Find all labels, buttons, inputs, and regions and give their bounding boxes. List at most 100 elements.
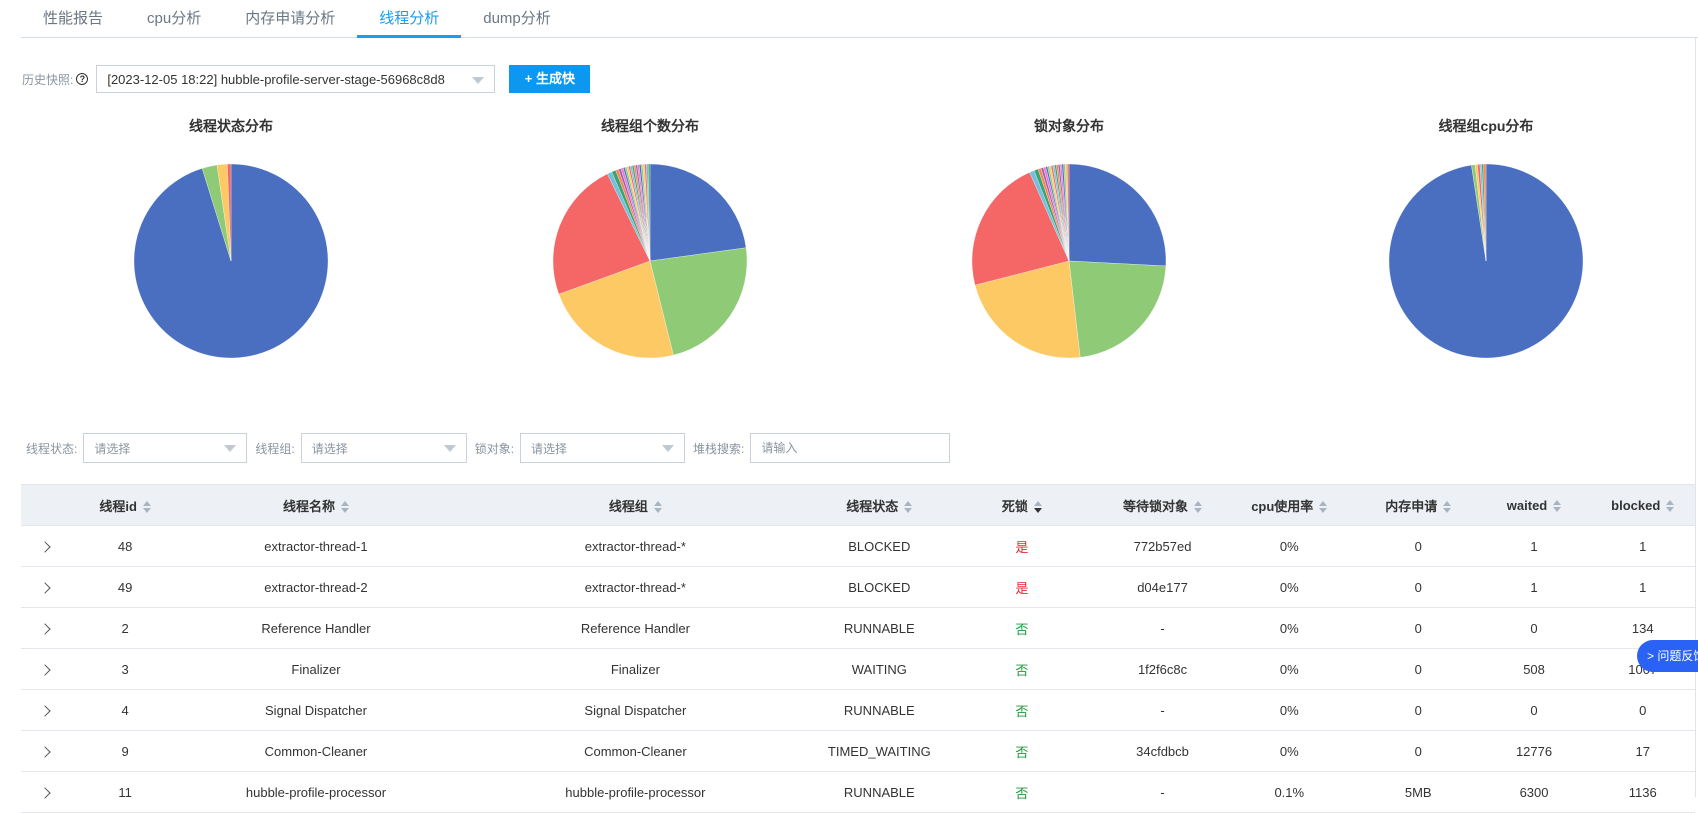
cell-3: BLOCKED — [820, 525, 939, 567]
expand-cell[interactable] — [21, 566, 70, 608]
pie-chart-lock-object: 锁对象分布 — [919, 116, 1219, 359]
cell-8: 1 — [1477, 525, 1591, 567]
column-header[interactable]: 线程名称 — [181, 484, 451, 526]
chart-title: 线程组cpu分布 — [1438, 118, 1534, 134]
expand-cell[interactable] — [21, 730, 70, 772]
tab-performance-report[interactable]: 性能报告 — [21, 0, 125, 37]
column-label: 等待锁对象 — [1123, 498, 1189, 514]
column-header[interactable]: blocked — [1590, 484, 1695, 526]
expand-cell[interactable] — [21, 525, 70, 567]
column-header[interactable]: 线程组 — [450, 484, 821, 526]
cell-6: 0% — [1219, 525, 1359, 567]
table-row[interactable]: 2 Reference Handler Reference Handler RUNNA… — [21, 607, 1695, 649]
pie-svg — [971, 163, 1167, 359]
sort-icon[interactable] — [1033, 501, 1042, 514]
column-header[interactable]: 内存申请 — [1358, 484, 1478, 526]
chevron-right-icon: > — [1647, 649, 1655, 663]
expand-cell[interactable] — [21, 607, 70, 649]
lock-filter-select[interactable]: 请选择 — [520, 433, 686, 463]
snapshot-row: 历史快照: ? [2023-12-05 18:22] hubble-profil… — [22, 65, 591, 114]
chevron-right-icon[interactable] — [39, 704, 51, 717]
cell-8: 0 — [1477, 607, 1591, 649]
cell-9: 1136 — [1590, 771, 1695, 813]
expand-cell[interactable] — [21, 689, 70, 731]
group-filter-select[interactable]: 请选择 — [300, 433, 467, 463]
cell-4: 否 — [938, 648, 1106, 690]
chevron-right-icon[interactable] — [39, 663, 51, 676]
cell-7: 0 — [1358, 689, 1478, 731]
table-row[interactable]: 49 extractor-thread-2 extractor-thread-* BL… — [21, 566, 1695, 608]
pie-slice[interactable] — [1068, 163, 1167, 267]
sort-icon[interactable] — [653, 501, 662, 514]
cell-7: 0 — [1358, 525, 1478, 567]
table-row[interactable]: 3 Finalizer Finalizer WAITING 否 1f2f6c8c 0% 0 50… — [21, 648, 1695, 690]
state-filter-select[interactable]: 请选择 — [83, 433, 248, 463]
table-row[interactable]: 11 hubble-profile-processor hubble-profile… — [21, 771, 1695, 813]
cell-5: d04e177 — [1105, 566, 1220, 608]
tab-thread-analysis[interactable]: 线程分析 — [357, 0, 462, 38]
expand-cell[interactable] — [21, 771, 70, 813]
column-header[interactable]: waited — [1477, 484, 1591, 526]
pie-slice[interactable] — [1068, 260, 1167, 358]
column-header[interactable]: 线程id — [69, 484, 182, 526]
tab-memory-analysis[interactable]: 内存申请分析 — [223, 0, 357, 37]
chevron-right-icon[interactable] — [39, 745, 51, 758]
chevron-right-icon[interactable] — [39, 786, 51, 799]
cell-8: 6300 — [1477, 771, 1591, 813]
cell-6: 0% — [1219, 730, 1359, 772]
cell-7: 5MB — [1358, 771, 1478, 813]
lock-filter-label: 锁对象: — [474, 441, 515, 456]
cell-9: 1 — [1590, 525, 1695, 567]
snapshot-label: 历史快照: — [22, 72, 74, 87]
filter-bar: 线程状态: 请选择 线程组: 请选择 锁对象: 请选择 堆栈搜索: — [26, 433, 951, 463]
cell-2: Reference Handler — [450, 607, 821, 649]
cell-5: - — [1105, 607, 1220, 649]
feedback-button[interactable]: > 问题反馈 — [1637, 640, 1698, 672]
cell-6: 0.1% — [1219, 771, 1359, 813]
sort-icon[interactable] — [1666, 500, 1675, 513]
stack-search-input[interactable] — [750, 433, 951, 463]
cell-3: WAITING — [820, 648, 939, 690]
sort-icon[interactable] — [142, 501, 151, 514]
pie-slice[interactable] — [649, 163, 747, 262]
column-label: cpu使用率 — [1251, 498, 1314, 514]
generate-snapshot-button[interactable]: + 生成快照 — [509, 65, 591, 114]
sort-icon[interactable] — [1194, 501, 1203, 514]
chevron-right-icon[interactable] — [39, 581, 51, 594]
column-label: 死锁 — [1001, 498, 1028, 514]
cell-4: 否 — [938, 730, 1106, 772]
table-row[interactable]: 48 extractor-thread-1 extractor-thread-* BL… — [21, 525, 1695, 567]
cell-0: 11 — [69, 771, 182, 813]
tab-cpu-analysis[interactable]: cpu分析 — [125, 0, 223, 37]
sort-icon[interactable] — [1319, 501, 1328, 514]
sort-icon[interactable] — [1553, 500, 1562, 513]
chevron-right-icon[interactable] — [39, 540, 51, 553]
table-row[interactable]: 4 Signal Dispatcher Signal Dispatcher RUNNA… — [21, 689, 1695, 731]
cell-9: 17 — [1590, 730, 1695, 772]
tab-dump-analysis[interactable]: dump分析 — [461, 0, 573, 37]
cell-0: 2 — [69, 607, 182, 649]
cell-2: Signal Dispatcher — [450, 689, 821, 731]
cell-5: 34cfdbcb — [1105, 730, 1220, 772]
question-circle-icon[interactable]: ? — [76, 73, 89, 85]
stack-search-label: 堆栈搜索: — [693, 441, 745, 456]
table-row[interactable]: 9 Common-Cleaner Common-Cleaner TIMED_WAITI… — [21, 730, 1695, 772]
column-header[interactable]: 线程状态 — [820, 484, 939, 526]
column-header[interactable]: 死锁 — [938, 484, 1106, 526]
column-header[interactable]: cpu使用率 — [1219, 484, 1359, 526]
snapshot-select[interactable]: [2023-12-05 18:22] hubble-profile-server… — [96, 65, 496, 93]
sort-icon[interactable] — [1443, 501, 1452, 514]
cell-4: 否 — [938, 689, 1106, 731]
column-header[interactable]: 等待锁对象 — [1105, 484, 1220, 526]
cell-3: RUNNABLE — [820, 689, 939, 731]
chevron-right-icon[interactable] — [39, 622, 51, 635]
sort-icon[interactable] — [340, 501, 349, 514]
cell-0: 3 — [69, 648, 182, 690]
placeholder: 请选择 — [94, 441, 131, 456]
expand-cell[interactable] — [21, 648, 70, 690]
pie-svg — [1388, 163, 1584, 359]
sort-icon[interactable] — [904, 501, 913, 514]
column-label: 线程组 — [608, 498, 648, 514]
feedback-label: 问题反馈 — [1657, 649, 1698, 663]
column-label: 内存申请 — [1385, 498, 1438, 514]
